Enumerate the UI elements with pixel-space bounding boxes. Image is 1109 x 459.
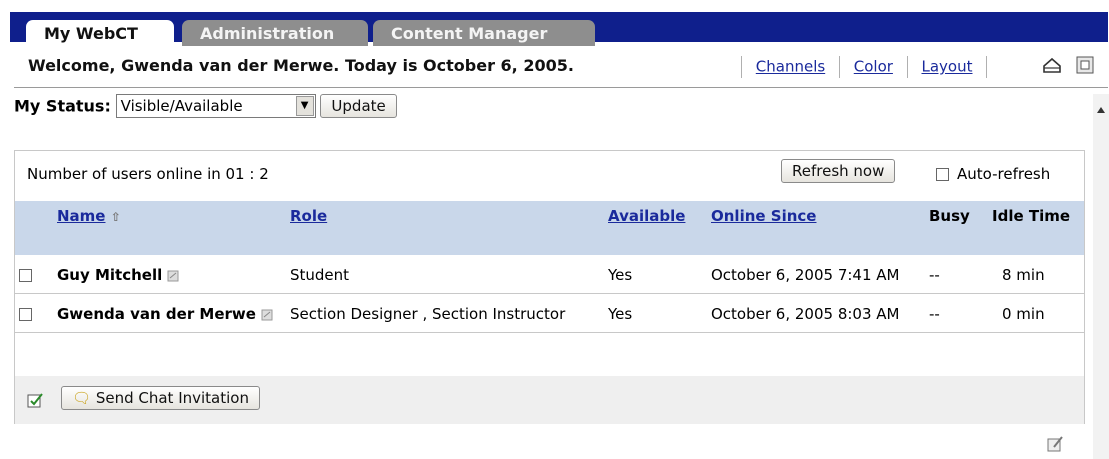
calendar-icon[interactable]	[1076, 56, 1094, 74]
divider	[906, 56, 908, 78]
status-select[interactable]: Visible/Available ▼	[115, 94, 316, 118]
sort-arrow-icon: ⇧	[110, 210, 121, 224]
idle-time-cell: 0 min	[988, 293, 1084, 333]
available-cell: Yes	[604, 293, 707, 333]
channels-link[interactable]: Channels	[756, 58, 825, 76]
column-role[interactable]: Role	[286, 201, 604, 255]
column-busy: Busy	[925, 201, 988, 255]
home-icon[interactable]	[1042, 56, 1062, 74]
online-since-cell: October 6, 2005 7:41 AM	[707, 255, 925, 294]
welcome-text: Welcome, Gwenda van der Merwe. Today is …	[28, 56, 574, 75]
column-available[interactable]: Available	[604, 201, 707, 255]
idle-time-cell: 8 min	[988, 255, 1084, 294]
tab-bar: My WebCT Administration Content Manager	[10, 12, 1108, 50]
sort-available-link[interactable]: Available	[608, 207, 685, 225]
role-cell: Section Designer , Section Instructor	[286, 293, 604, 333]
send-chat-label: Send Chat Invitation	[95, 389, 249, 407]
name-cell: Guy Mitchell	[53, 255, 286, 294]
edit-page-icon[interactable]	[1046, 435, 1064, 453]
table-row: Guy Mitchell Student Yes October 6, 2005…	[15, 255, 1084, 294]
table-header-row: Name ⇧ Role Available Online Since Busy …	[15, 201, 1084, 255]
column-online-since[interactable]: Online Since	[707, 201, 925, 255]
auto-refresh-toggle[interactable]: Auto-refresh	[936, 165, 1050, 183]
table-row: Gwenda van der Merwe Section Designer , …	[15, 293, 1084, 333]
welcome-bar: Welcome, Gwenda van der Merwe. Today is …	[14, 42, 1108, 88]
role-cell: Student	[286, 255, 604, 294]
actions-row: 🗨 Send Chat Invitation	[15, 376, 1084, 424]
select-all-icon[interactable]	[27, 392, 43, 408]
row-select-cell	[15, 255, 53, 294]
auto-refresh-label: Auto-refresh	[957, 165, 1051, 183]
status-row: My Status: Visible/Available ▼ Update	[14, 94, 397, 118]
column-name[interactable]: Name ⇧	[53, 201, 286, 255]
update-button[interactable]: Update	[320, 94, 397, 118]
online-since-cell: October 6, 2005 8:03 AM	[707, 293, 925, 333]
divider	[741, 56, 742, 78]
scroll-up-icon[interactable]	[1095, 104, 1107, 116]
user-name: Guy Mitchell	[57, 266, 163, 284]
busy-cell: --	[925, 255, 988, 294]
user-profile-icon[interactable]	[166, 269, 180, 283]
user-name: Gwenda van der Merwe	[57, 305, 256, 323]
chat-bubble-icon: 🗨	[72, 389, 92, 407]
sort-online-since-link[interactable]: Online Since	[711, 207, 816, 225]
refresh-now-button[interactable]: Refresh now	[781, 159, 896, 183]
user-profile-icon[interactable]	[260, 308, 274, 322]
chevron-down-icon[interactable]: ▼	[295, 96, 314, 116]
auto-refresh-checkbox[interactable]	[936, 168, 949, 181]
who-is-online-panel: Number of users online in 01 : 2 Refresh…	[14, 150, 1085, 424]
select-column	[15, 201, 53, 255]
sort-role-link[interactable]: Role	[290, 207, 327, 225]
divider	[986, 56, 988, 78]
sort-name-link[interactable]: Name	[57, 207, 105, 225]
status-select-value: Visible/Available	[120, 97, 243, 115]
header-links: Channels Color Layout	[732, 56, 996, 78]
scrollbar[interactable]	[1093, 94, 1109, 459]
row-checkbox[interactable]	[19, 269, 32, 282]
layout-link[interactable]: Layout	[921, 58, 972, 76]
divider	[838, 56, 840, 78]
available-cell: Yes	[604, 255, 707, 294]
row-checkbox[interactable]	[19, 308, 32, 321]
online-count: Number of users online in 01 : 2	[27, 165, 269, 183]
status-label: My Status:	[14, 96, 111, 116]
column-idle-time: Idle Time	[988, 201, 1084, 255]
row-select-cell	[15, 293, 53, 333]
color-link[interactable]: Color	[854, 58, 893, 76]
users-table: Name ⇧ Role Available Online Since Busy …	[15, 201, 1084, 333]
busy-cell: --	[925, 293, 988, 333]
send-chat-invitation-button[interactable]: 🗨 Send Chat Invitation	[61, 386, 260, 410]
name-cell: Gwenda van der Merwe	[53, 293, 286, 333]
